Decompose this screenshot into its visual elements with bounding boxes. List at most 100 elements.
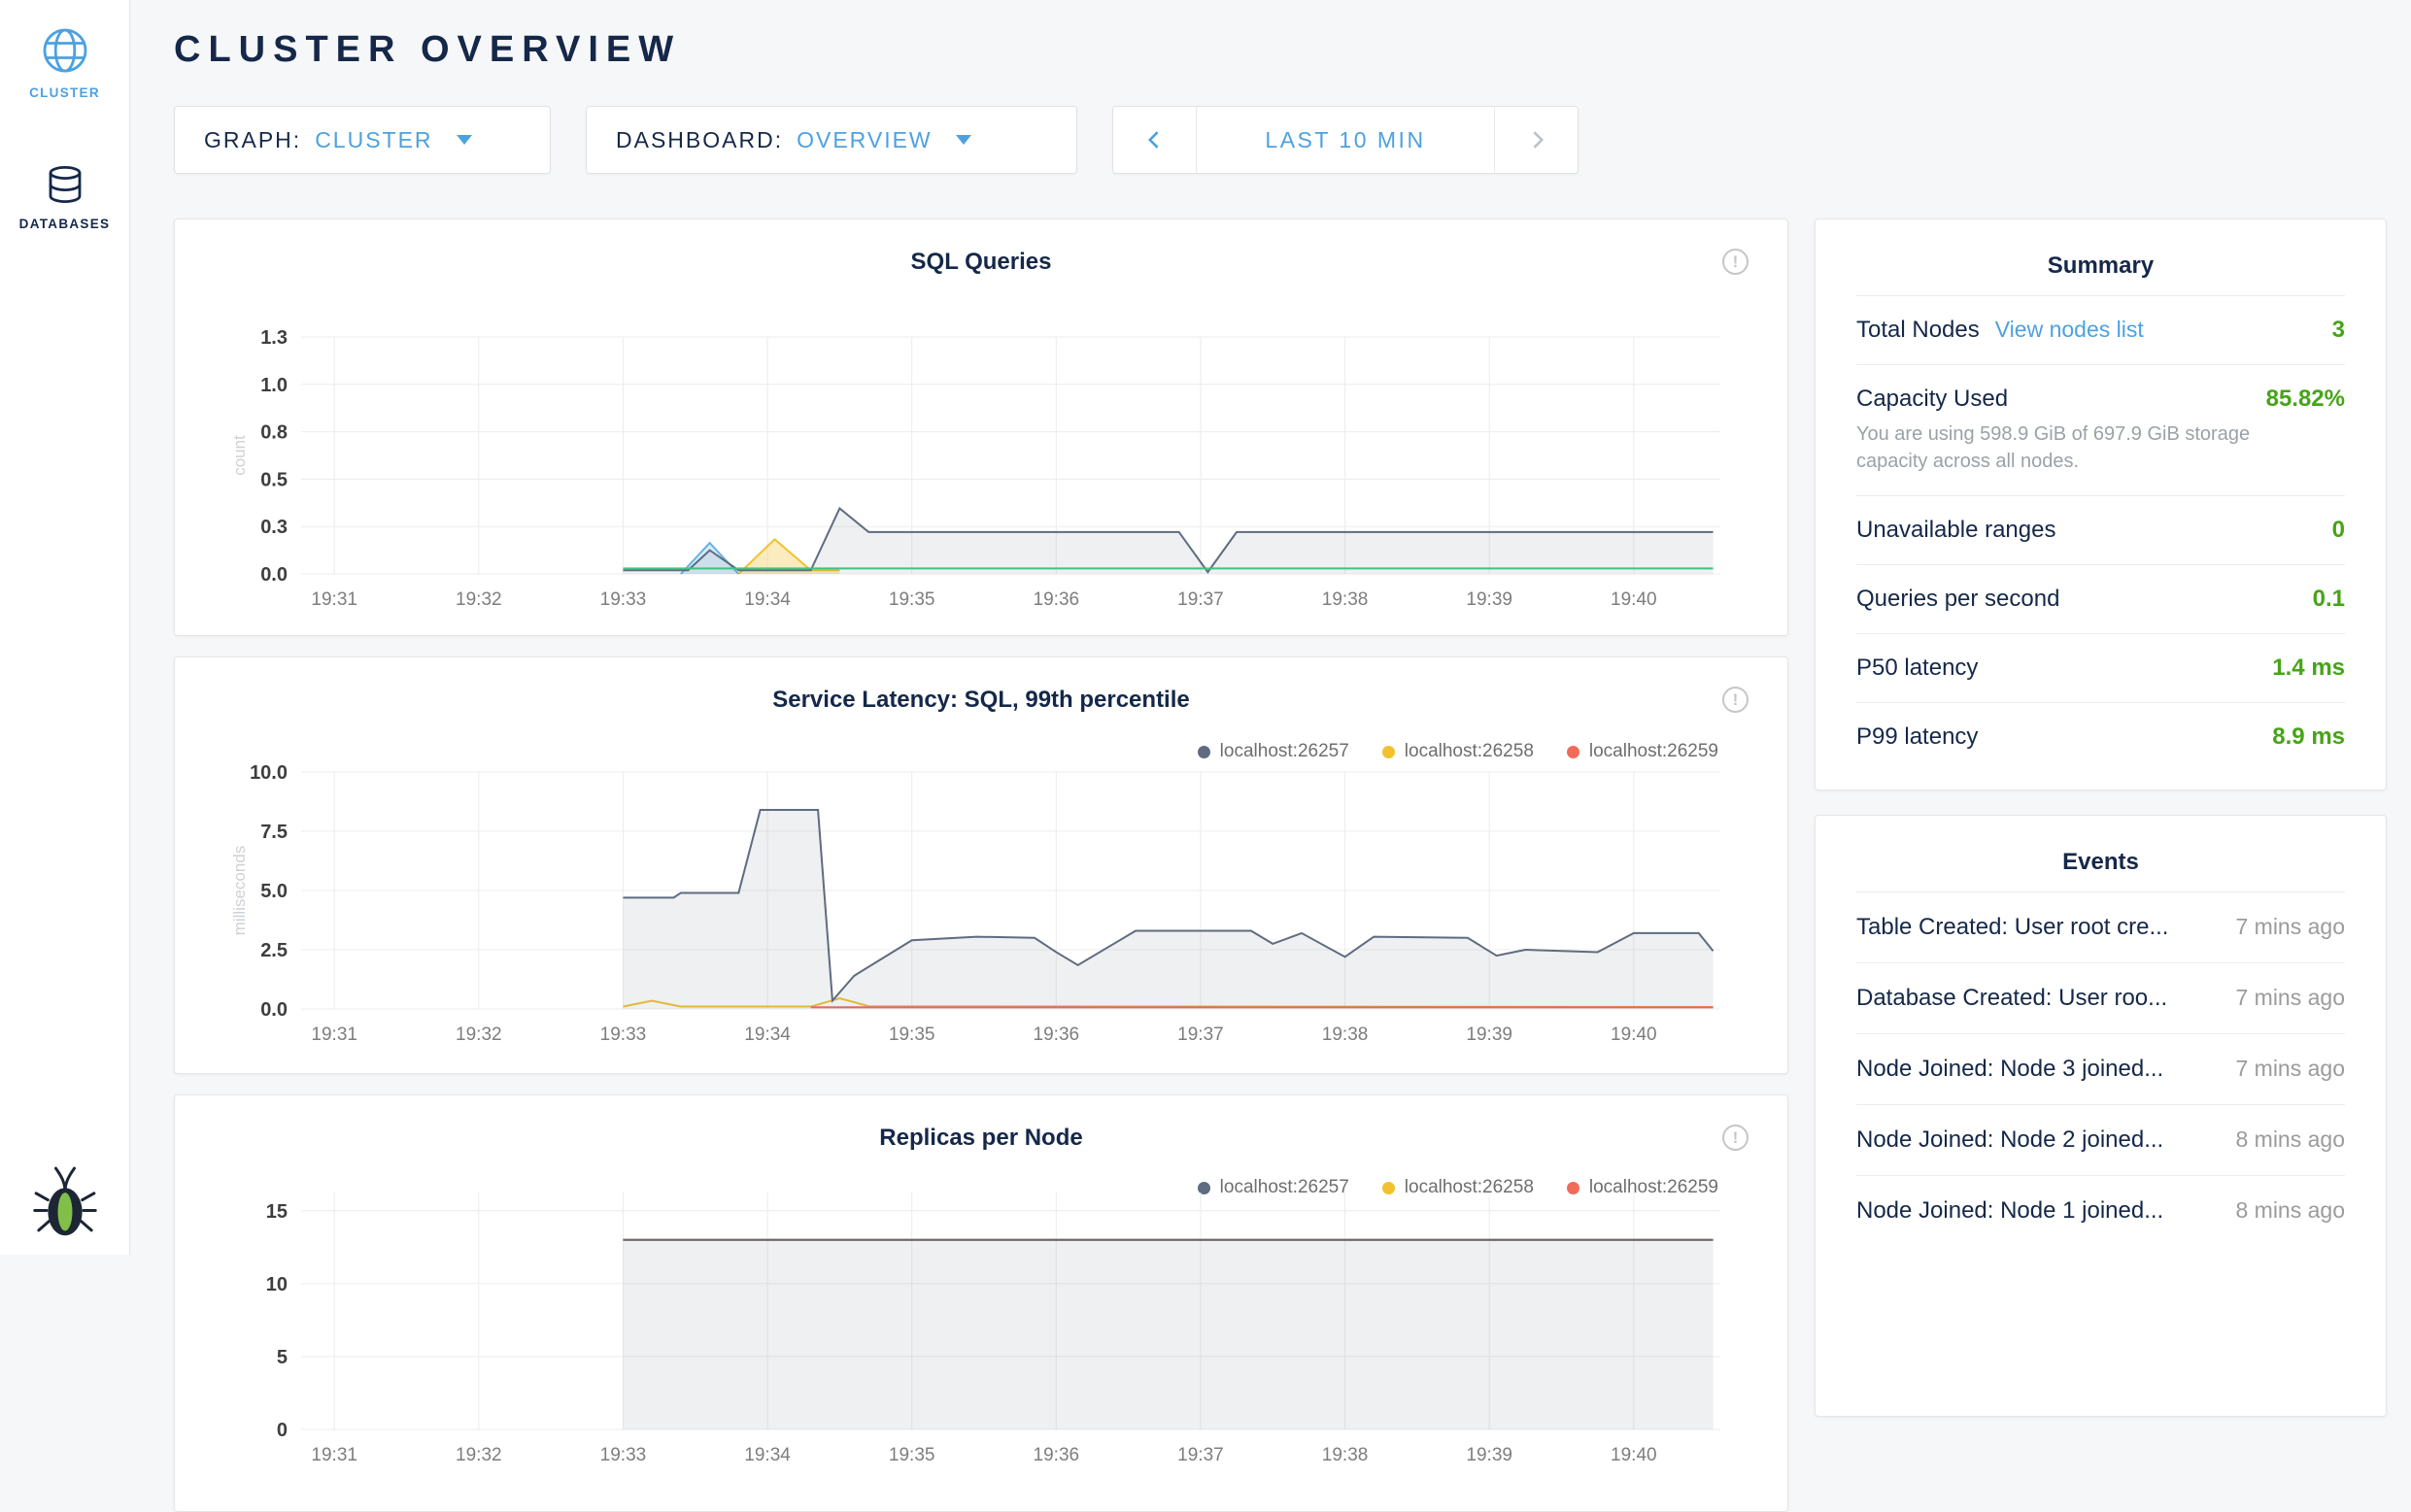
legend-dot-icon [1198,746,1210,758]
svg-text:19:36: 19:36 [1034,1445,1080,1465]
dashboard-dropdown-value: OVERVIEW [797,127,933,153]
legend-item[interactable]: localhost:26259 [1567,741,1718,762]
svg-text:2.5: 2.5 [260,940,288,961]
legend-item[interactable]: localhost:26258 [1382,741,1534,762]
sidebar-item-cluster[interactable]: CLUSTER [0,23,129,100]
summary-value: 0.1 [2297,586,2345,613]
summary-row: Queries per second0.1 [1856,564,2345,633]
svg-text:19:32: 19:32 [456,1025,502,1045]
svg-text:19:39: 19:39 [1466,1025,1512,1045]
svg-text:10: 10 [266,1274,288,1295]
svg-text:0.0: 0.0 [260,999,288,1021]
summary-row: P50 latency1.4 ms [1856,633,2345,702]
summary-value: 3 [2317,317,2345,344]
svg-text:5.0: 5.0 [260,881,288,902]
dashboard-dropdown[interactable]: DASHBOARD: OVERVIEW [586,106,1077,174]
service-latency-chart[interactable]: 19:31 19:32 19:33 19:34 19:35 19:36 19:37 19:38… [223,762,1724,1053]
panel-replicas-per-node: Replicas per Node ! localhost:26257local… [174,1094,1788,1512]
summary-value: 1.4 ms [2257,655,2345,682]
summary-subtext: You are using 598.9 GiB of 697.9 GiB sto… [1856,420,2303,475]
svg-text:19:34: 19:34 [744,589,791,610]
graph-dropdown[interactable]: GRAPH: CLUSTER [174,106,551,174]
svg-text:19:39: 19:39 [1466,589,1512,610]
svg-text:0: 0 [277,1420,288,1441]
svg-text:milliseconds: milliseconds [230,846,249,936]
event-row: Node Joined: Node 2 joined...8 mins ago [1856,1104,2345,1175]
summary-label: Capacity Used [1856,386,2008,413]
databases-icon [42,162,88,209]
summary-value: 85.82% [2251,386,2345,413]
svg-text:19:33: 19:33 [600,589,647,610]
panel-events: Events Table Created: User root cre...7 … [1815,815,2387,1417]
svg-text:19:35: 19:35 [889,1025,935,1045]
svg-text:19:36: 19:36 [1034,1025,1080,1045]
replicas-per-node-chart[interactable]: 19:3119:3219:3319:3419:3519:3619:3719:38… [223,1183,1724,1473]
svg-text:10.0: 10.0 [250,762,288,784]
svg-text:19:31: 19:31 [311,1445,357,1465]
legend-label: localhost:26258 [1405,741,1534,762]
svg-text:19:35: 19:35 [889,1445,935,1465]
summary-row: Total NodesView nodes list3 [1856,295,2345,364]
svg-text:19:34: 19:34 [744,1025,791,1045]
svg-text:19:32: 19:32 [456,1445,502,1465]
event-time: 7 mins ago [2216,1056,2345,1082]
events-title: Events [1856,816,2345,891]
chevron-down-icon [457,135,472,145]
dashboard-dropdown-label: DASHBOARD: [616,127,783,153]
svg-text:19:38: 19:38 [1322,1025,1369,1045]
controls-bar: GRAPH: CLUSTER DASHBOARD: OVERVIEW LAST … [174,106,2411,174]
svg-text:19:32: 19:32 [456,589,502,610]
cockroachdb-logo[interactable] [33,1164,97,1243]
svg-text:19:31: 19:31 [311,1025,357,1045]
event-row: Database Created: User roo...7 mins ago [1856,962,2345,1033]
panel-service-latency: Service Latency: SQL, 99th percentile ! … [174,656,1788,1074]
summary-row: P99 latency8.9 ms [1856,702,2345,771]
panel-sql-queries: SQL Queries ! 19:3119:3219:3319:3419:351… [174,218,1788,636]
chart-legend: localhost:26257 localhost:26258 localhost:… [1198,741,1718,762]
sidebar-item-databases[interactable]: DATABASES [0,158,129,231]
globe-icon [38,23,92,78]
chart-title: SQL Queries [175,219,1787,276]
time-range-label[interactable]: LAST 10 MIN [1197,107,1494,173]
main-content: CLUSTER OVERVIEW GRAPH: CLUSTER DASHBOAR… [130,0,2411,1255]
svg-text:0.3: 0.3 [260,517,288,538]
sidebar-item-label: DATABASES [19,217,111,231]
sidebar-item-label: CLUSTER [29,85,100,100]
info-icon[interactable]: ! [1722,1125,1749,1151]
time-prev-button[interactable] [1113,107,1197,173]
event-row: Table Created: User root cre...7 mins ag… [1856,891,2345,962]
side-column: Summary Total NodesView nodes list3Capac… [1815,218,2387,1512]
info-icon[interactable]: ! [1722,249,1749,275]
legend-dot-icon [1382,746,1395,758]
sql-queries-chart[interactable]: 19:3119:3219:3319:3419:3519:3619:3719:38… [223,327,1724,618]
summary-value: 0 [2317,517,2345,544]
panel-summary: Summary Total NodesView nodes list3Capac… [1815,218,2387,790]
time-next-button[interactable] [1494,107,1578,173]
svg-text:5: 5 [277,1347,288,1368]
svg-text:1.3: 1.3 [260,327,288,349]
svg-text:19:40: 19:40 [1611,589,1657,610]
summary-row: Unavailable ranges0 [1856,495,2345,564]
chevron-right-icon [1524,127,1549,152]
svg-text:0.0: 0.0 [260,564,288,586]
summary-title: Summary [1856,219,2345,295]
svg-text:19:37: 19:37 [1177,1025,1224,1045]
graph-dropdown-label: GRAPH: [204,127,301,153]
view-nodes-list-link[interactable]: View nodes list [1995,317,2144,343]
svg-text:19:31: 19:31 [311,589,357,610]
legend-label: localhost:26259 [1589,741,1718,762]
event-row: Node Joined: Node 1 joined...8 mins ago [1856,1175,2345,1246]
event-time: 7 mins ago [2216,985,2345,1011]
svg-text:19:40: 19:40 [1611,1445,1657,1465]
chart-title: Service Latency: SQL, 99th percentile [175,657,1787,714]
svg-text:19:33: 19:33 [600,1025,647,1045]
dashboard-content: SQL Queries ! 19:3119:3219:3319:3419:351… [174,218,2411,1512]
legend-item[interactable]: localhost:26257 [1198,741,1349,762]
legend-label: localhost:26257 [1220,741,1349,762]
info-icon[interactable]: ! [1722,687,1749,713]
sidebar: CLUSTER DATABASES [0,0,130,1255]
time-window-selector: LAST 10 MIN [1112,106,1579,174]
summary-row: Capacity Used 85.82% You are using 598.9 G… [1856,364,2345,495]
page-title: CLUSTER OVERVIEW [174,29,2411,71]
summary-value: 8.9 ms [2257,723,2345,751]
